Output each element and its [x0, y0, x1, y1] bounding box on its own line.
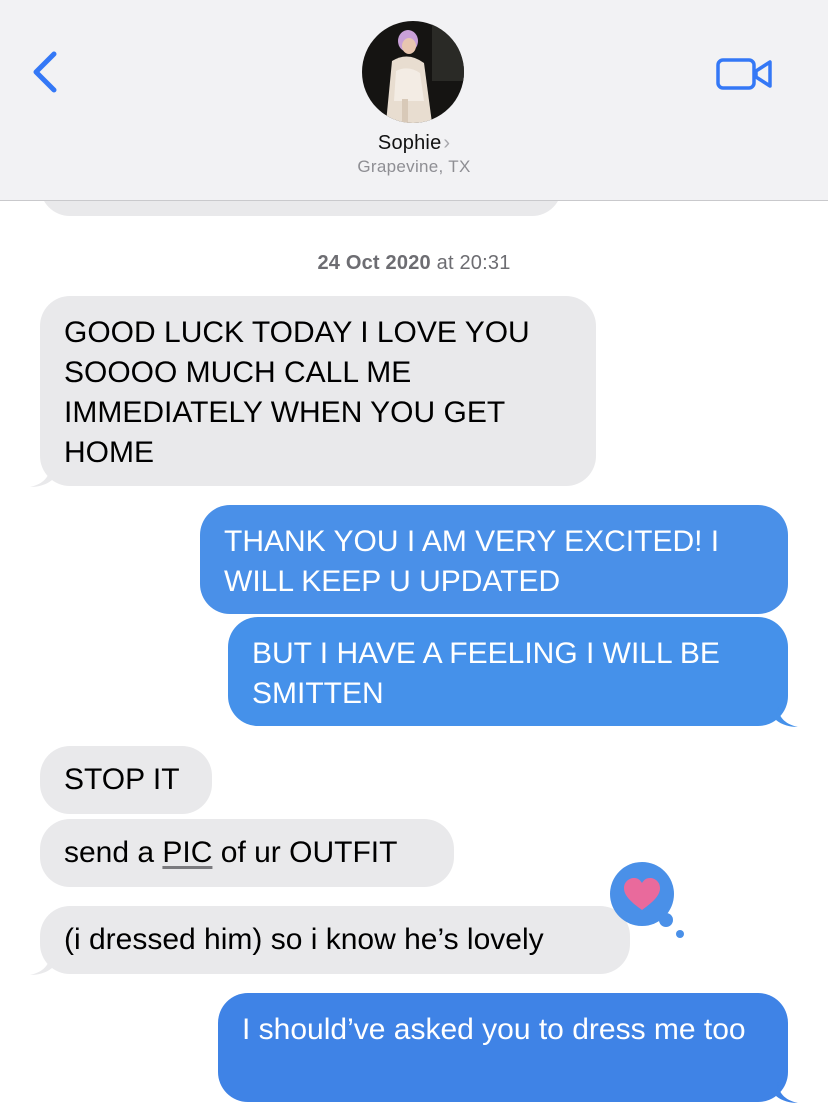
- avatar[interactable]: [362, 21, 464, 123]
- contact-info[interactable]: Sophie › Grapevine, TX: [0, 132, 828, 177]
- chevron-right-icon: ›: [443, 132, 451, 154]
- timestamp-date: 24 Oct 2020: [317, 252, 431, 274]
- message-bubble-received[interactable]: STOP IT: [40, 746, 212, 814]
- message-link[interactable]: PIC: [162, 836, 212, 869]
- message-text: GOOD LUCK TODAY I LOVE YOU SOOOO MUCH CA…: [64, 316, 530, 469]
- message-text: THANK YOU I AM VERY EXCITED! I WILL KEEP…: [224, 525, 720, 598]
- conversation-header: Sophie › Grapevine, TX: [0, 0, 828, 201]
- message-bubble-sent[interactable]: I should’ve asked you to dress me too: [218, 993, 788, 1102]
- timestamp-at: at: [436, 252, 454, 274]
- bubble-tail: [776, 1082, 798, 1103]
- message-text: (i dressed him) so i know he’s lovely: [64, 923, 544, 956]
- chevron-left-icon: [33, 51, 57, 93]
- message-text: I should’ve asked you to dress me too: [242, 1013, 746, 1046]
- message-timestamp: 24 Oct 2020 at 20:31: [0, 252, 828, 275]
- heart-reaction[interactable]: [608, 862, 688, 942]
- message-bubble-sent[interactable]: BUT I HAVE A FEELING I WILL BE SMITTEN: [228, 617, 788, 726]
- video-camera-icon: [716, 58, 772, 90]
- message-bubble-sent[interactable]: THANK YOU I AM VERY EXCITED! I WILL KEEP…: [200, 505, 788, 614]
- message-bubble-received[interactable]: GOOD LUCK TODAY I LOVE YOU SOOOO MUCH CA…: [40, 296, 596, 486]
- bubble-tail: [776, 706, 798, 727]
- video-call-button[interactable]: [714, 54, 776, 94]
- back-button[interactable]: [26, 46, 70, 98]
- avatar-photo: [362, 21, 464, 123]
- contact-name: Sophie: [377, 132, 442, 154]
- contact-location: Grapevine, TX: [357, 157, 471, 176]
- message-bubble-received[interactable]: send a PIC of ur OUTFIT: [40, 819, 454, 887]
- timestamp-time: 20:31: [459, 252, 511, 274]
- message-text-before: send a: [64, 836, 163, 869]
- message-text: STOP IT: [64, 763, 180, 796]
- message-text-after: of ur OUTFIT: [212, 836, 398, 869]
- bubble-tail: [30, 954, 52, 975]
- bubble-tail: [30, 466, 52, 487]
- message-text: BUT I HAVE A FEELING I WILL BE SMITTEN: [252, 637, 720, 710]
- message-bubble-received[interactable]: (i dressed him) so i know he’s lovely: [40, 906, 630, 974]
